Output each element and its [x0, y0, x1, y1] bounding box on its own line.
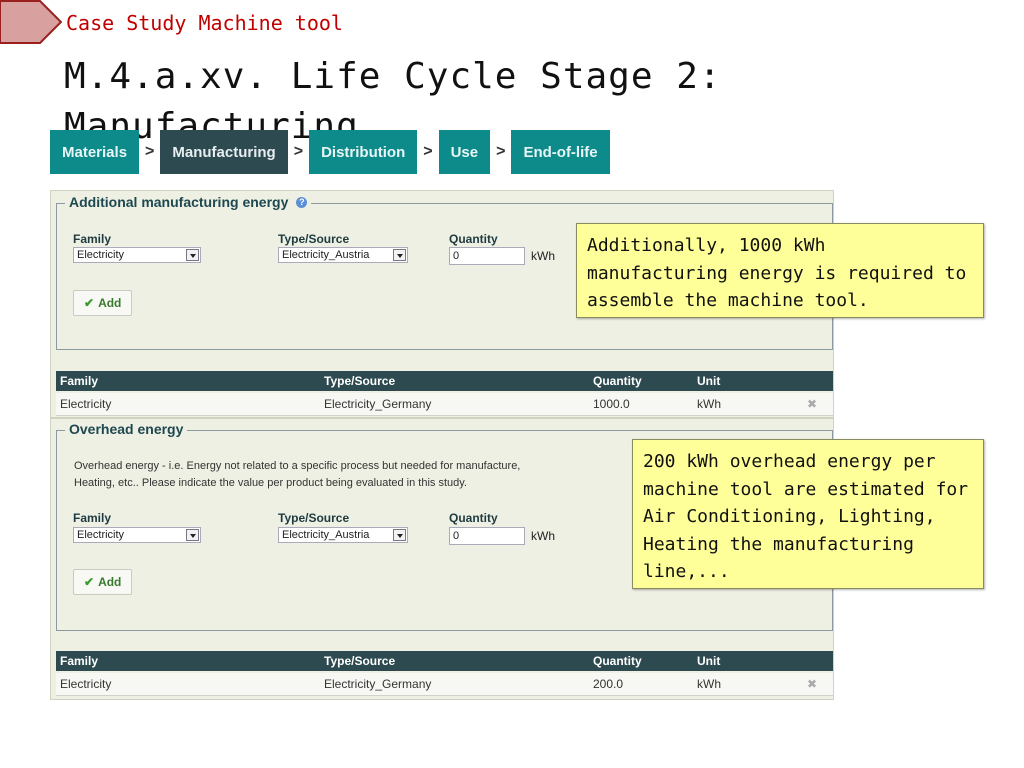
family-label: Family [73, 511, 112, 525]
checkmark-icon: ✔ [84, 296, 95, 310]
family-select-value: Electricity [77, 249, 125, 261]
quantity-unit: kWh [531, 529, 555, 543]
close-icon[interactable]: ✖ [807, 393, 817, 415]
step-separator: > [293, 143, 304, 160]
overhead-description-line2: Heating, etc.. Please indicate the value… [74, 477, 467, 489]
quantity-input[interactable]: 0 [449, 247, 525, 265]
type-source-select-value: Electricity_Austria [282, 249, 370, 261]
row-quantity: 200.0 [593, 677, 624, 691]
row-type-source: Electricity_Germany [324, 397, 432, 411]
chevron-down-icon [393, 249, 406, 261]
step-separator: > [496, 143, 506, 160]
additional-energy-legend: Additional manufacturing energy ? [65, 194, 312, 210]
row-unit: kWh [697, 397, 721, 411]
type-source-select[interactable]: Electricity_Austria [278, 247, 408, 263]
chevron-down-icon [186, 249, 199, 261]
add-button-label: Add [98, 296, 122, 310]
family-select-value: Electricity [77, 529, 125, 541]
type-source-select-value: Electricity_Austria [282, 529, 370, 541]
chevron-down-icon [393, 529, 406, 541]
col-quantity: Quantity [593, 374, 642, 388]
col-family: Family [60, 374, 99, 388]
col-unit: Unit [697, 654, 721, 668]
row-family: Electricity [60, 677, 112, 691]
checkmark-icon: ✔ [84, 575, 95, 589]
type-source-label: Type/Source [278, 511, 350, 525]
help-icon[interactable]: ? [296, 196, 308, 208]
table-row: Electricity Electricity_Germany 1000.0 k… [56, 393, 833, 416]
add-button[interactable]: ✔ Add [73, 569, 133, 595]
row-type-source: Electricity_Germany [324, 677, 432, 691]
col-family: Family [60, 654, 99, 668]
overhead-energy-legend-text: Overhead energy [69, 421, 184, 437]
overhead-description-line1: Overhead energy - i.e. Energy not relate… [74, 460, 521, 472]
step-manufacturing[interactable]: Manufacturing [160, 130, 288, 174]
quantity-label: Quantity [449, 232, 498, 246]
col-quantity: Quantity [593, 654, 642, 668]
step-separator: > [423, 143, 433, 160]
step-separator: > [145, 143, 155, 160]
case-study-label: Case Study Machine tool [66, 11, 343, 35]
family-select[interactable]: Electricity [73, 527, 201, 543]
close-icon[interactable]: ✖ [807, 673, 817, 695]
col-type-source: Type/Source [324, 374, 396, 388]
step-end-of-life[interactable]: End-of-life [511, 130, 610, 174]
row-quantity: 1000.0 [593, 397, 630, 411]
case-arrow-shape [0, 0, 62, 44]
quantity-input[interactable]: 0 [449, 527, 525, 545]
additional-energy-legend-text: Additional manufacturing energy [69, 194, 289, 210]
family-label: Family [73, 232, 112, 246]
type-source-select[interactable]: Electricity_Austria [278, 527, 408, 543]
row-family: Electricity [60, 397, 112, 411]
overhead-energy-legend: Overhead energy [65, 421, 188, 437]
overhead-table-header: Family Type/Source Quantity Unit [56, 651, 833, 671]
callout-overhead-energy: 200 kWh overhead energy per machine tool… [632, 439, 984, 589]
col-type-source: Type/Source [324, 654, 396, 668]
step-distribution[interactable]: Distribution [309, 130, 418, 174]
chevron-down-icon [186, 529, 199, 541]
quantity-label: Quantity [449, 511, 498, 525]
table-row: Electricity Electricity_Germany 200.0 kW… [56, 673, 833, 696]
add-button-label: Add [98, 575, 122, 589]
stage-breadcrumb: Materials > Manufacturing > Distribution… [50, 130, 610, 174]
add-button[interactable]: ✔ Add [73, 290, 133, 316]
col-unit: Unit [697, 374, 721, 388]
family-select[interactable]: Electricity [73, 247, 201, 263]
callout-additional-energy: Additionally, 1000 kWh manufacturing ene… [576, 223, 984, 318]
step-materials[interactable]: Materials [50, 130, 140, 174]
quantity-unit: kWh [531, 249, 555, 263]
step-use[interactable]: Use [438, 130, 491, 174]
type-source-label: Type/Source [278, 232, 350, 246]
additional-table-header: Family Type/Source Quantity Unit [56, 371, 833, 391]
row-unit: kWh [697, 677, 721, 691]
